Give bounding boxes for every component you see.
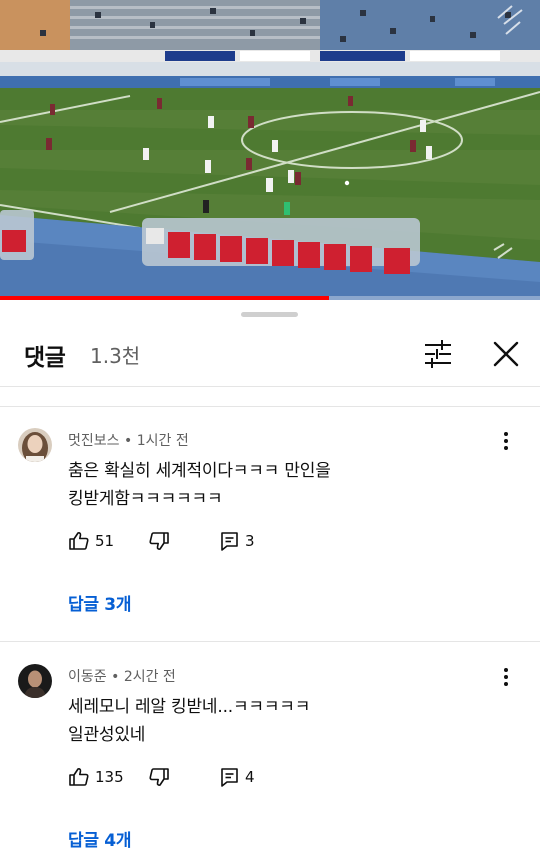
section-divider [0,406,540,407]
avatar-image [18,428,52,462]
like-count: 51 [95,532,115,550]
comment-text-line: 춤은 확실히 세계적이다ㅋㅋㅋ 만인을 [68,461,331,481]
comments-header: 댓글 1.3천 [0,324,540,384]
thumbs-up-icon [69,768,89,786]
like-button[interactable]: 135 [68,764,138,790]
comment-icon [221,768,238,787]
reply-button[interactable]: 3 [220,528,270,554]
video-player[interactable] [0,0,540,300]
meta-separator: • [111,669,120,685]
avatar[interactable] [18,664,52,698]
comment-icon [221,532,238,551]
comment-time: 1시간 전 [136,433,189,449]
dislike-button[interactable] [148,764,172,790]
like-button[interactable]: 51 [68,528,128,554]
kebab-menu-icon [504,668,508,686]
like-count: 135 [95,768,124,786]
more-options-button[interactable] [494,664,518,690]
header-divider [0,386,540,387]
comment-author[interactable]: 멋진보스 [68,433,120,449]
view-replies-link[interactable]: 답글 3개 [68,590,131,615]
comments-sheet: 댓글 1.3천 멋진보스 • 1시간 전 춤은 확실히 세계적이다ㅋㅋㅋ 만인을… [0,300,540,860]
meta-separator: • [123,433,133,449]
comment-text-line: 킹받게함ㅋㅋㅋㅋㅋㅋ [68,489,223,509]
comment-author[interactable]: 이동준 [68,669,107,685]
view-replies-link[interactable]: 답글 4개 [68,826,131,851]
close-icon [493,341,519,367]
avatar[interactable] [18,428,52,462]
sliders-icon [425,340,451,368]
comment-text-line: 일관성있네 [68,725,146,745]
comment-text-line: 세레모니 레알 킹받네...ㅋㅋㅋㅋㅋ [68,697,311,717]
more-options-button[interactable] [494,428,518,454]
avatar-image [18,664,52,698]
reply-count: 4 [245,768,255,786]
comment-time: 2시간 전 [123,669,176,685]
reply-button[interactable]: 4 [220,764,270,790]
comment-divider [0,641,540,642]
video-frame [0,0,540,300]
thumbs-up-icon [69,532,89,550]
comments-count: 1.3천 [90,344,141,368]
dislike-button[interactable] [148,528,172,554]
reply-count: 3 [245,532,255,550]
drag-handle[interactable] [241,312,298,317]
comment-meta: 이동준 • 2시간 전 [68,666,176,686]
thumbs-down-icon [149,768,169,786]
kebab-menu-icon [504,432,508,450]
close-button[interactable] [488,336,524,372]
sort-filter-button[interactable] [420,336,456,372]
comment-meta: 멋진보스 • 1시간 전 [68,430,189,450]
comments-title: 댓글 [24,345,66,371]
thumbs-down-icon [149,532,169,550]
